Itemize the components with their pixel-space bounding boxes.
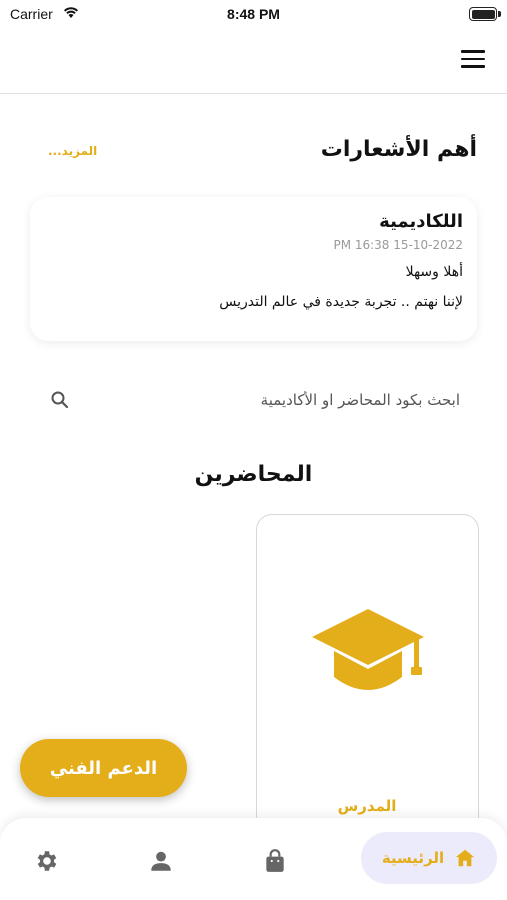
shopping-bag-icon[interactable] xyxy=(262,848,288,874)
more-link[interactable]: المزيد... xyxy=(48,144,97,158)
clock: 8:48 PM xyxy=(227,6,280,22)
menu-icon[interactable] xyxy=(461,50,485,70)
search-icon[interactable] xyxy=(50,390,70,410)
support-button[interactable]: الدعم الفني xyxy=(20,739,187,797)
lecturer-name: المدرس xyxy=(337,797,397,815)
home-icon xyxy=(456,849,475,867)
app-bar xyxy=(0,30,507,94)
notifications-title: أهم الأشعارات xyxy=(320,137,477,162)
search-input[interactable] xyxy=(74,385,466,415)
notification-message: لإننا نهتم .. تجربة جديدة في عالم التدري… xyxy=(219,294,463,310)
person-icon[interactable] xyxy=(148,848,174,874)
bottom-nav: الرئيسية xyxy=(0,818,507,900)
notification-date: PM 16:38 15-10-2022 xyxy=(333,238,463,252)
notification-card[interactable]: اللكاديمية PM 16:38 15-10-2022 أهلا وسهل… xyxy=(30,197,477,341)
lecturer-card[interactable]: المدرس xyxy=(256,514,479,834)
nav-home-button[interactable]: الرئيسية xyxy=(361,832,497,884)
nav-home-label: الرئيسية xyxy=(381,849,445,867)
notification-greeting: أهلا وسهلا xyxy=(405,264,463,280)
lecturers-title: المحاضرين xyxy=(194,462,313,487)
gear-icon[interactable] xyxy=(34,848,60,874)
graduation-cap-icon xyxy=(312,609,424,690)
status-bar: Carrier 8:48 PM xyxy=(0,0,507,30)
battery-icon xyxy=(469,7,501,21)
notification-sender: اللكاديمية xyxy=(379,211,463,232)
